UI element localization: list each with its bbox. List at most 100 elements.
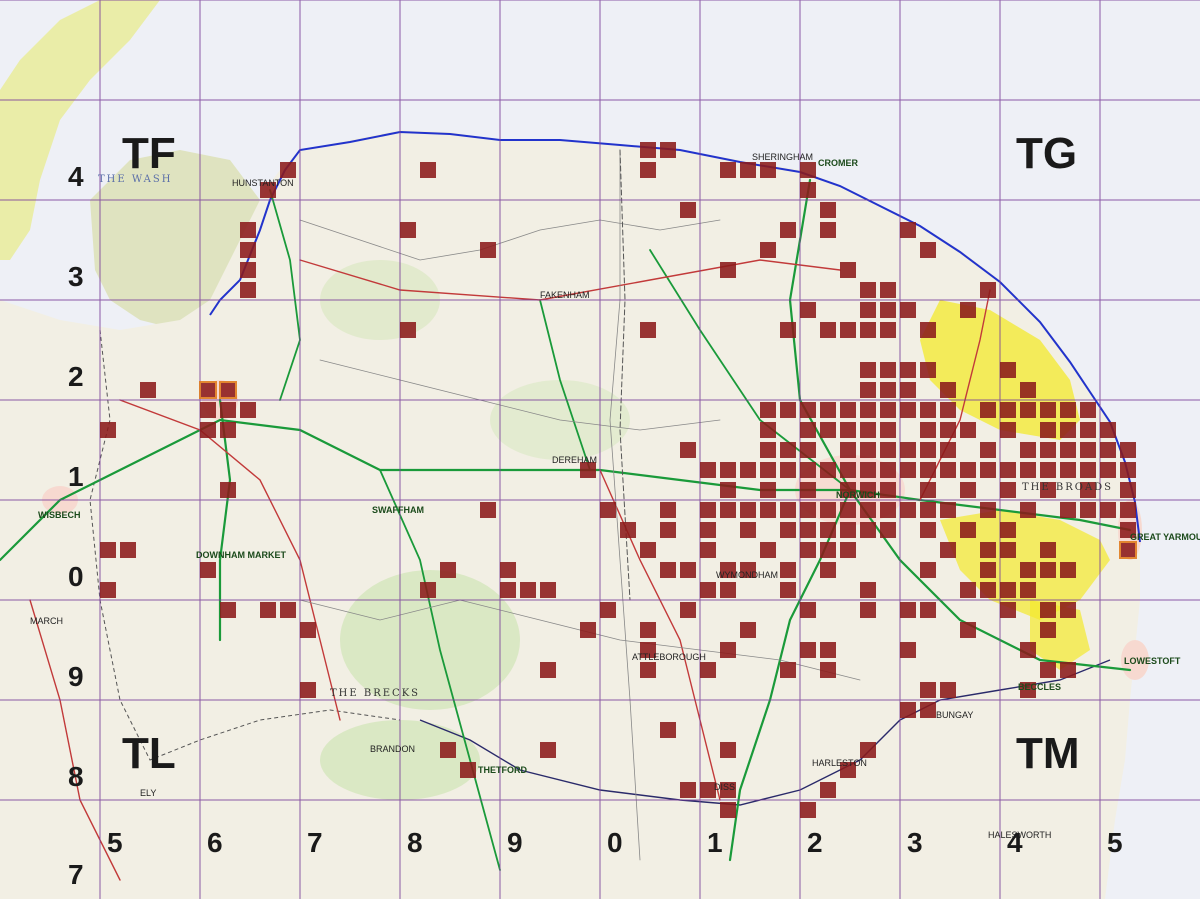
record-square — [680, 202, 696, 218]
record-square — [1020, 502, 1036, 518]
record-square — [900, 442, 916, 458]
record-square — [760, 242, 776, 258]
place-wymondham: WYMONDHAM — [716, 570, 778, 580]
record-square — [840, 542, 856, 558]
record-square — [880, 502, 896, 518]
record-square — [740, 522, 756, 538]
record-square — [980, 502, 996, 518]
record-square — [780, 562, 796, 578]
record-square — [860, 522, 876, 538]
record-square — [900, 402, 916, 418]
record-square — [120, 542, 136, 558]
record-square — [1000, 582, 1016, 598]
grid-square-tm: TM — [1016, 729, 1080, 778]
record-square — [740, 462, 756, 478]
record-square — [700, 542, 716, 558]
place-march: MARCH — [30, 616, 63, 626]
place-swaffham: SWAFFHAM — [372, 505, 424, 515]
record-square — [800, 402, 816, 418]
northing-label: 4 — [68, 161, 84, 192]
record-square — [760, 462, 776, 478]
record-square — [860, 742, 876, 758]
record-square — [880, 362, 896, 378]
record-square — [100, 542, 116, 558]
record-square — [1060, 462, 1076, 478]
record-square — [1040, 622, 1056, 638]
record-square — [760, 442, 776, 458]
record-square — [1040, 662, 1056, 678]
record-square — [800, 602, 816, 618]
record-square — [780, 462, 796, 478]
record-square — [640, 142, 656, 158]
record-square — [1120, 482, 1136, 498]
record-square — [960, 482, 976, 498]
record-square — [940, 502, 956, 518]
place-brandon: BRANDON — [370, 744, 415, 754]
record-square — [800, 542, 816, 558]
record-square — [1060, 502, 1076, 518]
place-dereham: DEREHAM — [552, 455, 597, 465]
record-square — [720, 502, 736, 518]
record-square — [820, 642, 836, 658]
record-square — [720, 262, 736, 278]
record-square — [660, 562, 676, 578]
record-square — [580, 622, 596, 638]
record-square — [1100, 442, 1116, 458]
record-square — [980, 282, 996, 298]
record-square — [880, 522, 896, 538]
record-square — [1080, 402, 1096, 418]
record-square — [660, 522, 676, 538]
the-broads-label: THE BROADS — [1022, 482, 1113, 493]
place-norwich: NORWICH — [836, 490, 880, 500]
record-square — [920, 462, 936, 478]
record-square — [980, 562, 996, 578]
record-square — [860, 422, 876, 438]
record-square — [760, 482, 776, 498]
record-square — [800, 642, 816, 658]
record-square — [440, 562, 456, 578]
record-square — [500, 562, 516, 578]
record-square — [1120, 442, 1136, 458]
record-square — [420, 162, 436, 178]
record-square — [940, 382, 956, 398]
record-square — [780, 442, 796, 458]
record-square — [720, 802, 736, 818]
place-bungay: BUNGAY — [936, 710, 973, 720]
record-square — [860, 462, 876, 478]
record-square — [600, 602, 616, 618]
place-lowestoft: LOWESTOFT — [1124, 656, 1181, 666]
record-square — [840, 322, 856, 338]
record-square — [820, 542, 836, 558]
record-square — [920, 402, 936, 418]
place-ely: ELY — [140, 788, 156, 798]
place-sheringham: SHERINGHAM — [752, 152, 813, 162]
record-square — [760, 402, 776, 418]
easting-label: 6 — [207, 827, 223, 858]
record-square — [440, 742, 456, 758]
record-square — [960, 422, 976, 438]
record-square — [220, 422, 236, 438]
northing-label: 0 — [68, 561, 84, 592]
record-square — [860, 282, 876, 298]
northing-label: 8 — [68, 761, 84, 792]
record-square — [100, 582, 116, 598]
northing-label: 1 — [68, 461, 84, 492]
record-square — [860, 362, 876, 378]
record-square — [660, 722, 676, 738]
record-square — [900, 462, 916, 478]
record-square — [960, 302, 976, 318]
record-square — [1100, 462, 1116, 478]
record-square — [1020, 582, 1036, 598]
record-square — [900, 502, 916, 518]
record-square — [800, 302, 816, 318]
record-square — [520, 582, 536, 598]
record-square — [240, 262, 256, 278]
record-square — [940, 402, 956, 418]
record-square — [820, 462, 836, 478]
record-square — [1100, 502, 1116, 518]
record-square — [980, 442, 996, 458]
record-square — [800, 182, 816, 198]
record-square — [240, 402, 256, 418]
record-square — [900, 702, 916, 718]
record-square — [980, 582, 996, 598]
